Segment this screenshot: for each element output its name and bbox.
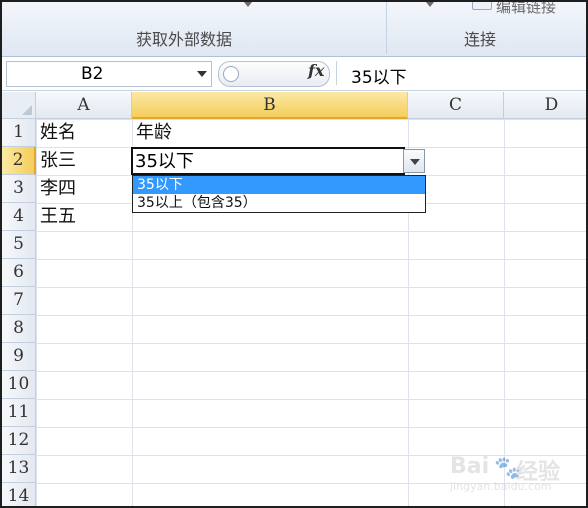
cell-a4[interactable]: 王五 bbox=[36, 203, 76, 231]
cell-a2[interactable]: 张三 bbox=[36, 147, 76, 175]
cell-a3[interactable]: 李四 bbox=[36, 175, 76, 203]
row-header-2[interactable]: 2 bbox=[2, 147, 36, 175]
column-header-d[interactable]: D bbox=[504, 92, 586, 119]
column-header-c[interactable]: C bbox=[408, 92, 504, 119]
edit-links-icon[interactable] bbox=[472, 2, 492, 10]
ribbon: 编辑链接 获取外部数据 连接 bbox=[2, 2, 586, 57]
chevron-down-icon bbox=[410, 159, 420, 165]
validation-dropdown-button[interactable] bbox=[403, 149, 425, 173]
baidu-watermark: Bai 🐾 经验 jingyan.baidu.com bbox=[450, 454, 560, 498]
edit-links-label[interactable]: 编辑链接 bbox=[496, 2, 556, 17]
name-box[interactable]: B2 bbox=[6, 61, 212, 87]
ribbon-dropdown-icon[interactable] bbox=[426, 2, 434, 7]
excel-window: 编辑链接 获取外部数据 连接 B2 fx 35以下 A B C D 1 2 3 … bbox=[0, 0, 588, 508]
column-gridline bbox=[504, 119, 505, 506]
cell-b1[interactable]: 年龄 bbox=[132, 119, 172, 147]
formula-input[interactable]: 35以下 bbox=[336, 61, 585, 88]
group-label-connections: 连接 bbox=[464, 30, 497, 49]
row-header-14[interactable]: 14 bbox=[2, 483, 36, 506]
insert-function-icon[interactable]: fx bbox=[308, 61, 324, 80]
row-header-9[interactable]: 9 bbox=[2, 343, 36, 371]
row-header-3[interactable]: 3 bbox=[2, 175, 36, 203]
circle-icon bbox=[223, 66, 239, 82]
row-header-8[interactable]: 8 bbox=[2, 315, 36, 343]
row-header-5[interactable]: 5 bbox=[2, 231, 36, 259]
active-cell-value: 35以下 bbox=[135, 151, 194, 172]
column-header-a[interactable]: A bbox=[36, 92, 132, 119]
formula-bar: B2 fx 35以下 bbox=[2, 58, 586, 91]
row-header-1[interactable]: 1 bbox=[2, 119, 36, 147]
dropdown-option-35-and-above[interactable]: 35以上（包含35） bbox=[133, 194, 425, 212]
select-all-button[interactable] bbox=[2, 92, 36, 119]
select-all-icon bbox=[22, 105, 32, 115]
column-header-b[interactable]: B bbox=[132, 92, 408, 119]
chevron-down-icon[interactable] bbox=[197, 71, 207, 77]
row-header-11[interactable]: 11 bbox=[2, 399, 36, 427]
row-header-4[interactable]: 4 bbox=[2, 203, 36, 231]
row-header-10[interactable]: 10 bbox=[2, 371, 36, 399]
watermark-brand-left: Bai bbox=[450, 454, 490, 479]
watermark-url: jingyan.baidu.com bbox=[450, 480, 552, 493]
row-header-6[interactable]: 6 bbox=[2, 259, 36, 287]
validation-dropdown-list[interactable]: 35以下 35以上（包含35） bbox=[132, 175, 426, 213]
active-cell-b2[interactable]: 35以下 bbox=[131, 147, 405, 175]
cell-a1[interactable]: 姓名 bbox=[36, 119, 76, 147]
ribbon-separator bbox=[386, 2, 387, 54]
row-header-7[interactable]: 7 bbox=[2, 287, 36, 315]
row-header-12[interactable]: 12 bbox=[2, 427, 36, 455]
dropdown-option-under-35[interactable]: 35以下 bbox=[133, 176, 425, 194]
group-label-get-external-data: 获取外部数据 bbox=[136, 30, 233, 49]
name-box-value: B2 bbox=[81, 64, 104, 84]
row-header-13[interactable]: 13 bbox=[2, 455, 36, 483]
formula-content: 35以下 bbox=[351, 68, 407, 88]
ribbon-dropdown-icon[interactable] bbox=[244, 2, 252, 7]
